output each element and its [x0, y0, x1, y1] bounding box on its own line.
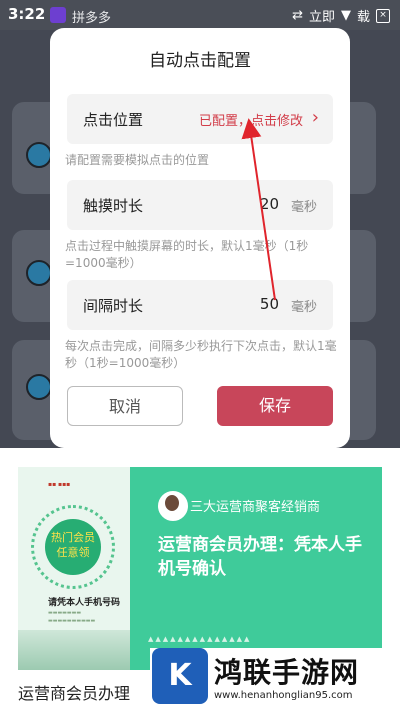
ad-headline: 运营商会员办理：凭本人手机号确认 [158, 535, 362, 579]
ad-fine-print: ▬▬▬▬▬▬▬ [48, 610, 82, 616]
watermark-logo-icon: K [152, 648, 208, 704]
ad-account-name: 三大运营商聚客经销商 [190, 500, 321, 515]
avatar-photo [165, 495, 179, 511]
ad-caption[interactable]: 运营商会员办理 [18, 680, 130, 704]
watermark-url: www.henanhonglian95.com [214, 690, 353, 701]
ad-badge: 热门会员 任意领 [45, 519, 101, 575]
ad-poster: ▪▪ ▪▪▪ 热门会员 任意领 请凭本人手机号码 ▬▬▬▬▬▬▬ ▬▬▬▬▬▬▬… [18, 467, 130, 670]
carrier-logos: ▪▪ ▪▪▪ [48, 481, 71, 488]
ad-decoration: ▲▲▲▲▲▲▲▲▲▲▲▲▲▲ [148, 635, 252, 643]
ad-fine-print: ▬▬▬▬▬▬▬▬▬▬ [48, 618, 96, 624]
watermark-name: 鸿联手游网 [214, 656, 360, 689]
ad-left-caption: 请凭本人手机号码 [48, 598, 121, 608]
ad-mountain-art [18, 630, 130, 670]
ad-banner[interactable]: ▪▪ ▪▪▪ 热门会员 任意领 请凭本人手机号码 ▬▬▬▬▬▬▬ ▬▬▬▬▬▬▬… [18, 467, 382, 670]
